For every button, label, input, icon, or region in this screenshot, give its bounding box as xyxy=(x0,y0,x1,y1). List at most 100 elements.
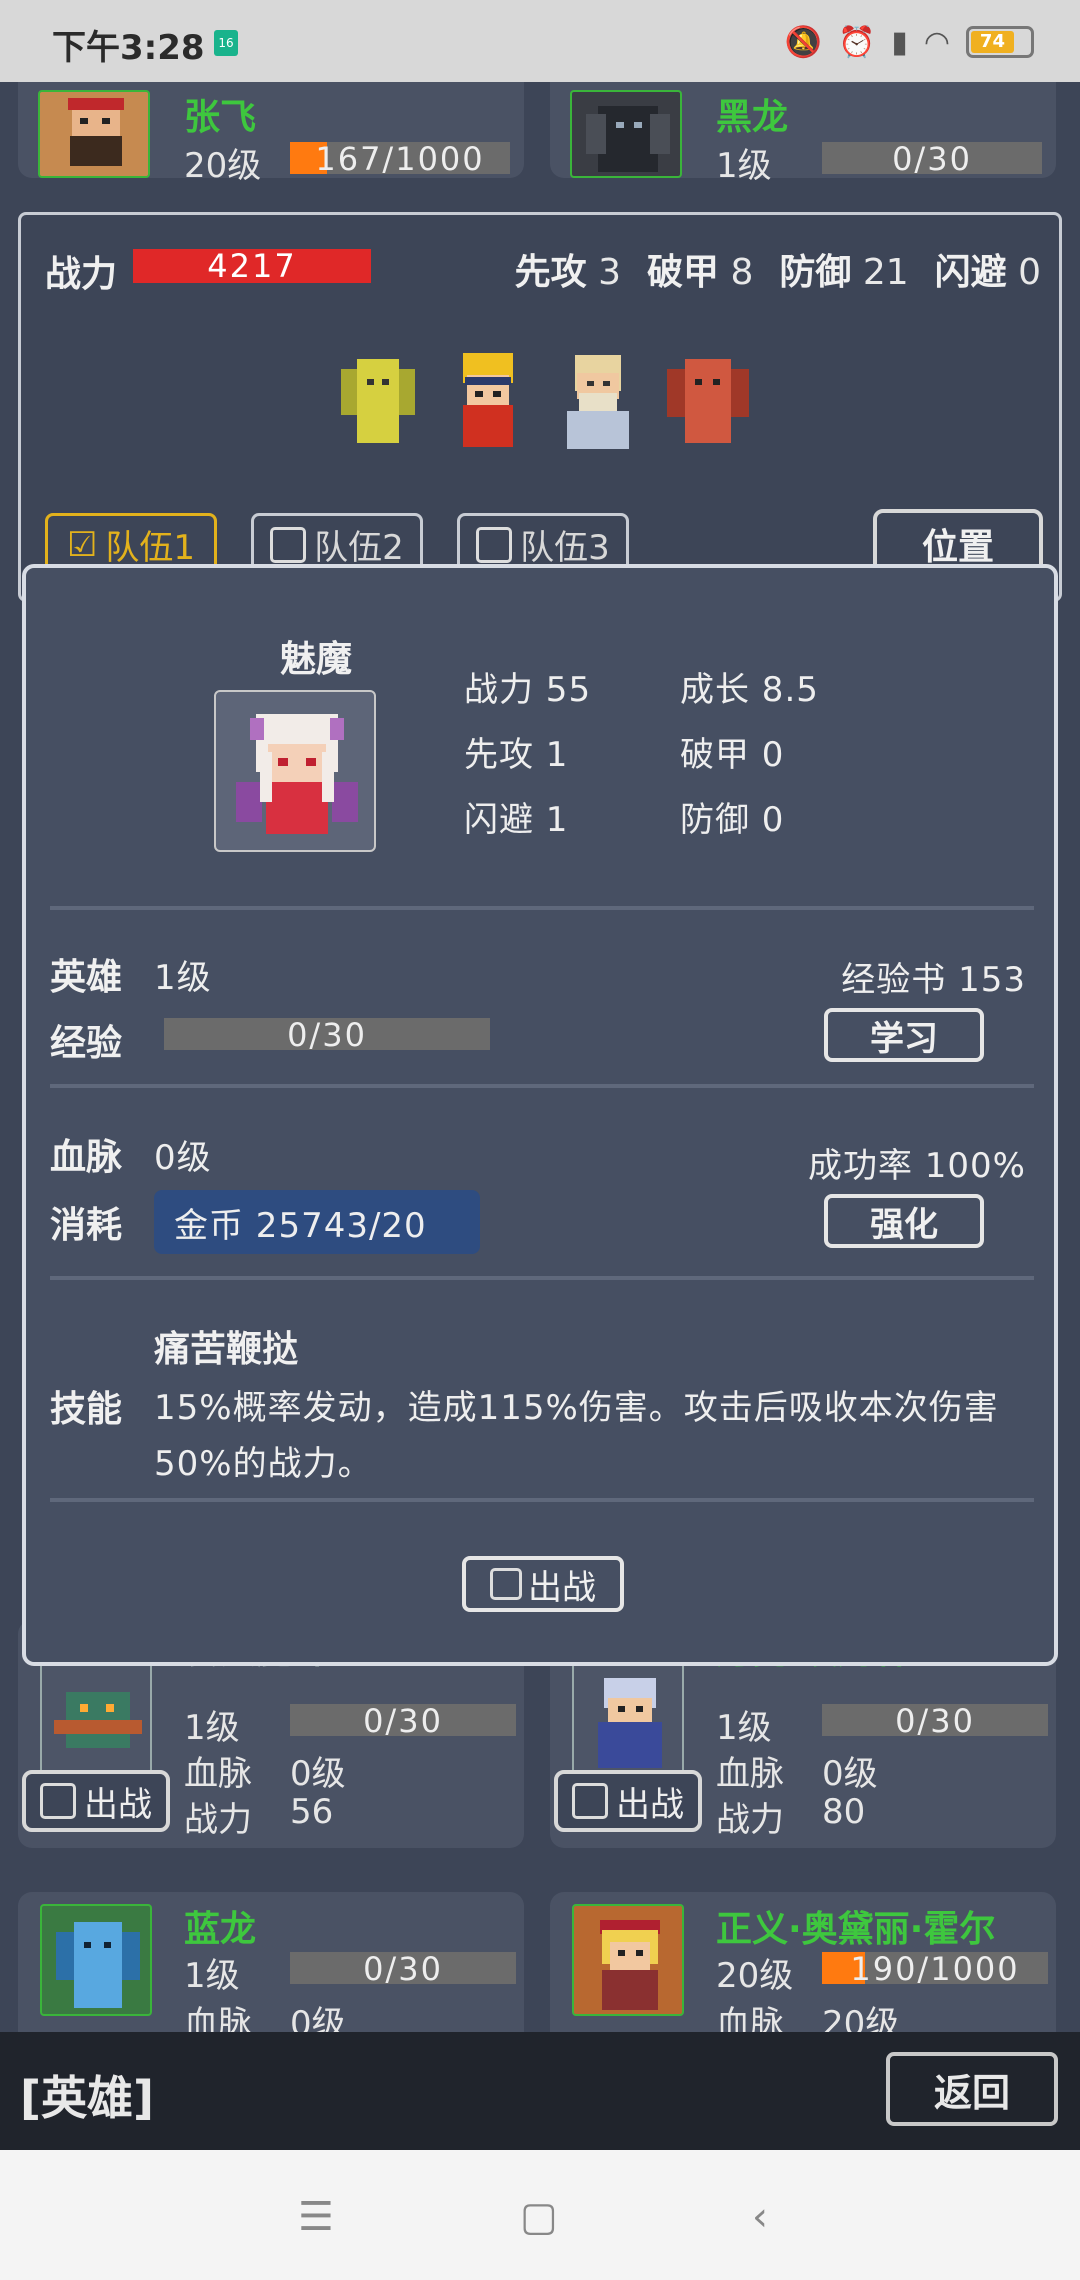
blood-level: 20级 xyxy=(822,2004,900,2032)
checkbox-icon xyxy=(270,526,307,563)
hero-level: 1级 xyxy=(184,1956,240,1996)
divider xyxy=(50,1276,1034,1280)
red-dragon-sprite[interactable] xyxy=(655,345,761,455)
tab-label: 队伍2 xyxy=(314,528,404,568)
sage-sprite[interactable] xyxy=(545,345,651,455)
hero-portrait xyxy=(38,90,150,178)
hero-level: 20级 xyxy=(184,146,262,186)
stat-initiative: 先攻 1 xyxy=(464,735,569,775)
hero-level: 1级 xyxy=(716,146,772,186)
page-title: [英雄] xyxy=(20,2071,155,2125)
blood-label: 血脉 xyxy=(184,2004,252,2032)
success-rate: 成功率 100% xyxy=(807,1146,1026,1186)
hero-portrait xyxy=(572,1904,684,2016)
blood-label: 血脉 xyxy=(184,1754,252,1794)
hero-card[interactable]: 正义·奥黛丽·霍尔 20级 190/1000 血脉 20级 xyxy=(550,1892,1056,2032)
stat-power: 战力 55 xyxy=(464,670,592,710)
power-value: 56 xyxy=(290,1792,334,1832)
team-panel: 战力 4217 先攻 3 破甲 8 防御 21 闪避 0 ☑ 队伍1 队伍2 队… xyxy=(18,212,1062,602)
battle-label: 出战 xyxy=(616,1784,684,1825)
learn-button[interactable]: 学习 xyxy=(824,1008,984,1062)
stat-defense: 防御 21 xyxy=(779,252,909,293)
exp-text: 0/30 xyxy=(363,1950,443,1988)
bloodline-label: 血脉 xyxy=(50,1137,123,1178)
home-icon[interactable]: ▢ xyxy=(520,2194,558,2240)
hero-name: 黑龙 xyxy=(716,97,789,138)
audrey-sprite xyxy=(600,1920,660,2010)
blood-level: 0级 xyxy=(290,2004,346,2032)
power-bar: 4217 xyxy=(133,249,371,283)
exp-bar: 0/30 xyxy=(164,1016,490,1054)
gold-cost: 金币 25743/20 xyxy=(154,1190,480,1254)
hero-name: 正义·奥黛丽·霍尔 xyxy=(716,1909,996,1950)
stat-armor-break: 破甲 0 xyxy=(680,735,785,775)
power-label: 战力 xyxy=(45,254,118,295)
battle-button[interactable]: 出战 xyxy=(22,1770,170,1832)
power-value: 80 xyxy=(822,1792,866,1832)
exp-text: 0/30 xyxy=(363,1702,443,1740)
hero-card[interactable]: 蓝龙 1级 0/30 血脉 0级 xyxy=(18,1892,524,2032)
exp-book-count: 经验书 153 xyxy=(841,960,1026,1000)
stat-armor-break: 破甲 8 xyxy=(646,252,754,293)
battle-label: 出战 xyxy=(84,1784,152,1825)
exp-bar: 167/1000 xyxy=(290,140,510,178)
wifi-icon: ◠ xyxy=(923,24,950,60)
exp-text: 0/30 xyxy=(287,1016,367,1054)
alarm-icon: ⏰ xyxy=(837,24,876,60)
power-label: 战力 xyxy=(716,1800,784,1840)
checkbox-icon xyxy=(490,1568,522,1600)
divider xyxy=(50,906,1034,910)
hero-card[interactable]: 张飞 20级 167/1000 xyxy=(18,82,524,186)
hero-portrait xyxy=(214,690,376,852)
stat-initiative: 先攻 3 xyxy=(514,252,621,293)
hero-detail-dialog: 魅魔 战力 55 成长 8.5 先攻 1 破甲 0 闪避 1 防御 0 英雄 1… xyxy=(22,564,1058,1666)
back-button[interactable]: 返回 xyxy=(886,2052,1058,2126)
battle-button[interactable]: 出战 xyxy=(462,1556,624,1612)
cost-label: 消耗 xyxy=(50,1205,123,1246)
status-bar: 下午3:28 16 🔕 ⏰ ▮ ◠ 74 xyxy=(0,0,1080,82)
bloodline-level: 0级 xyxy=(154,1138,212,1178)
blood-label: 血脉 xyxy=(716,2004,784,2032)
status-icons: 🔕 ⏰ ▮ ◠ 74 xyxy=(785,22,1034,62)
hero-stats: 战力 55 成长 8.5 先攻 1 破甲 0 闪避 1 防御 0 xyxy=(464,662,880,841)
hero-card[interactable]: 黑龙 1级 0/30 xyxy=(550,82,1056,186)
exp-label: 经验 xyxy=(50,1023,123,1064)
battle-button[interactable]: 出战 xyxy=(554,1770,702,1832)
stat-growth: 成长 8.5 xyxy=(680,670,819,710)
stat-dodge: 闪避 0 xyxy=(934,252,1041,293)
skill-label: 技能 xyxy=(50,1389,123,1430)
status-time: 下午3:28 xyxy=(52,28,205,68)
hero-portrait xyxy=(40,1904,152,2016)
emlin-sprite xyxy=(598,1678,662,1768)
exp-bar: 190/1000 xyxy=(822,1950,1048,1988)
hero-level: 1级 xyxy=(716,1708,772,1748)
menu-icon[interactable]: ☰ xyxy=(298,2194,334,2240)
zhangfei-sprite xyxy=(68,98,124,166)
exp-text: 0/30 xyxy=(895,1702,975,1740)
exp-bar: 0/30 xyxy=(290,1950,516,1988)
exp-text: 190/1000 xyxy=(850,1950,1020,1988)
stat-defense: 防御 0 xyxy=(680,800,785,840)
checkbox-icon xyxy=(572,1783,608,1819)
battery-icon: 74 xyxy=(966,26,1034,58)
footer-bar: [英雄] 返回 xyxy=(0,2032,1080,2150)
mute-bell-icon: 🔕 xyxy=(784,24,822,60)
hero-portrait xyxy=(570,90,682,178)
hero-level: 1级 xyxy=(184,1708,240,1748)
ogre-spider-sprite xyxy=(54,1692,142,1748)
succubus-sprite xyxy=(236,714,358,834)
blue-dragon-sprite xyxy=(56,1922,140,2008)
ninja-sprite[interactable] xyxy=(435,345,541,455)
gold-dragon-sprite[interactable] xyxy=(325,345,431,455)
skill-description: 15%概率发动，造成115%伤害。攻击后吸收本次伤害50%的战力。 xyxy=(154,1388,999,1484)
enhance-button[interactable]: 强化 xyxy=(824,1194,984,1248)
divider xyxy=(50,1498,1034,1502)
blood-level: 0级 xyxy=(290,1754,346,1794)
exp-bar: 0/30 xyxy=(822,1702,1048,1740)
back-icon[interactable]: ‹ xyxy=(752,2194,768,2240)
team-members xyxy=(325,345,761,455)
hero-level: 20级 xyxy=(716,1956,794,1996)
check-icon: ☑ xyxy=(66,524,98,565)
tab-label: 队伍3 xyxy=(520,528,610,568)
divider xyxy=(50,1084,1034,1088)
